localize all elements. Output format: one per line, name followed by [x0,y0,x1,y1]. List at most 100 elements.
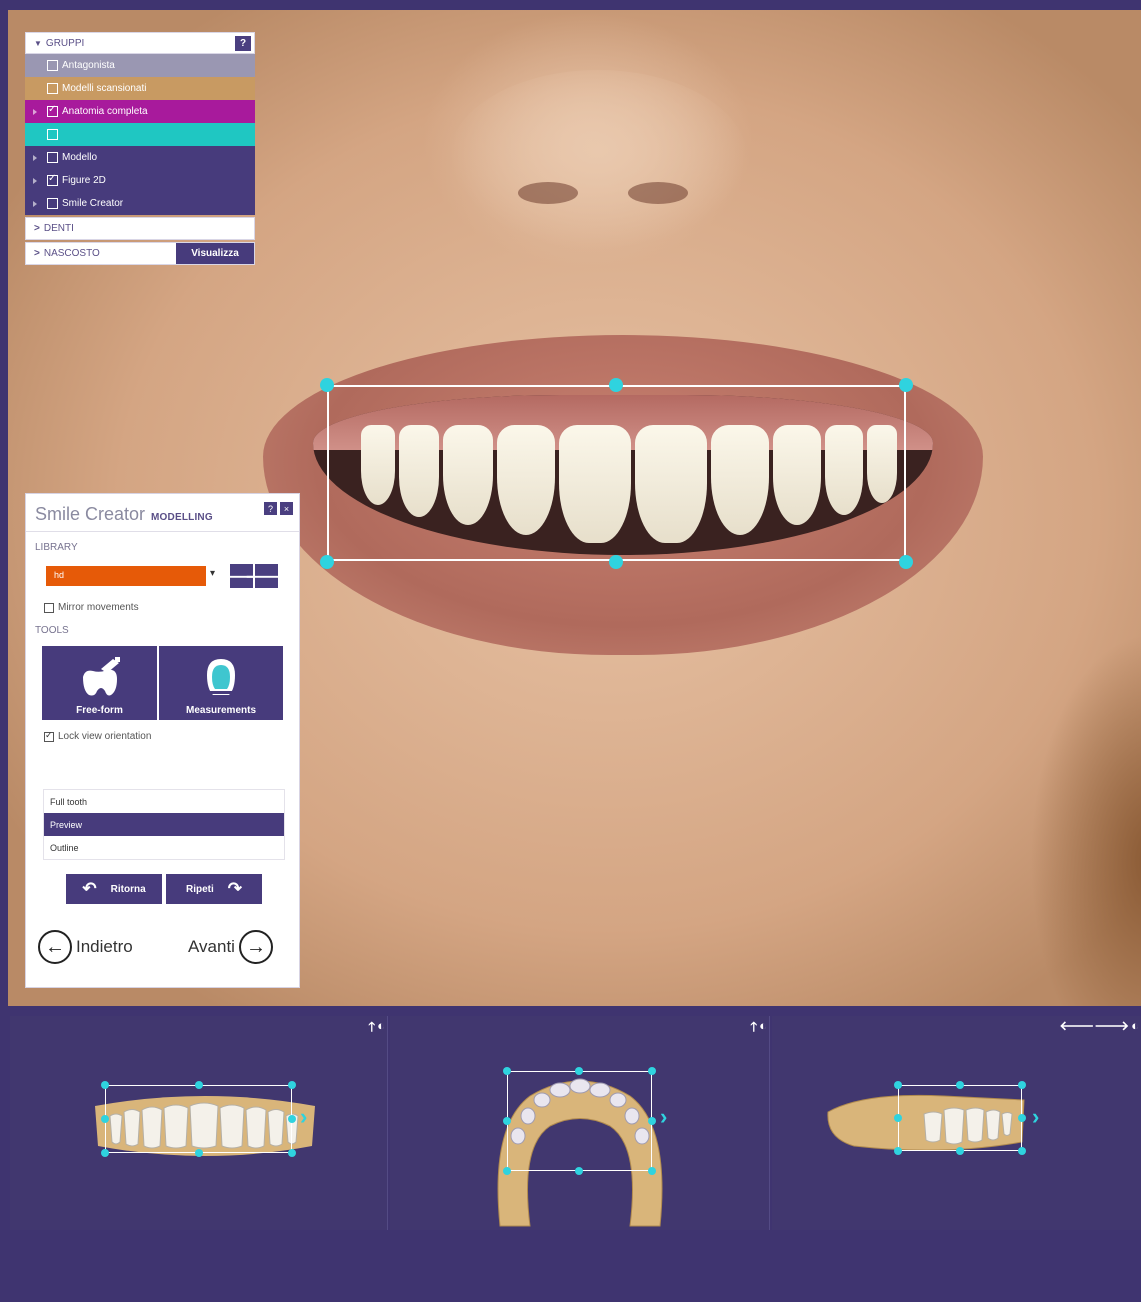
group-item-anatomia-completa[interactable]: Anatomia completa [25,100,255,123]
visualizza-button[interactable]: Visualizza [176,243,254,264]
nascosto-label: NASCOSTO [43,248,100,259]
undo-label: Ritorna [110,883,146,895]
checkbox-anatomia-completa[interactable] [47,104,58,117]
view-mode-outline[interactable]: Outline [44,836,284,859]
panel-help-button[interactable]: ? [264,502,277,515]
nostril-right [628,182,688,204]
selection-handle-bottom-right[interactable] [899,555,913,569]
measurements-tooth-icon [207,659,235,695]
viewport-occlusal[interactable]: 🡑 ◐ › [390,1016,770,1230]
measurements-label: Measurements [185,705,257,716]
dropdown-arrow-icon[interactable]: ▾ [210,568,215,579]
arrow-up-icon[interactable]: 🡑 [750,1018,757,1040]
redo-button[interactable]: Ripeti ↷ [166,874,262,904]
checkbox-cyan-group[interactable] [47,129,58,140]
arrow-up-icon[interactable]: 🡑 [368,1018,375,1040]
view-controls[interactable]: 🡐🡒 ◐ [1059,1018,1139,1034]
redo-icon: ↷ [227,879,243,898]
groups-panel: ▼ GRUPPI ? Antagonista Modelli scansiona… [25,32,255,265]
smile-selection-box[interactable] [327,385,906,561]
next-button[interactable]: Avanti → [188,930,273,964]
group-item-antagonista[interactable]: Antagonista [25,54,255,77]
group-item-label: Figure 2D [62,175,106,186]
panel-close-button[interactable]: × [280,502,293,515]
expand-arrow-icon[interactable] [33,200,37,207]
selection-handle-top-center[interactable] [609,378,623,392]
arrow-right-icon[interactable]: 🡒 [245,564,288,588]
view-controls[interactable]: 🡑 ◐ [750,1018,767,1040]
group-item-cyan[interactable] [25,123,255,146]
mirror-movements-row[interactable]: Mirror movements [44,602,139,613]
chevron-right-icon[interactable]: › [300,1104,307,1130]
group-item-modello[interactable]: Modello [25,146,255,169]
nose-area [448,70,748,250]
view-mode-full-tooth[interactable]: Full tooth [44,790,284,813]
group-item-label: Modello [62,152,98,163]
smile-creator-panel: Smile Creator MODELLING ? × LIBRARY hd ▾ … [25,493,300,988]
lock-view-label: Lock view orientation [58,731,152,742]
chevron-down-icon: ▼ [34,38,42,48]
selection-handle-bottom-left[interactable] [320,555,334,569]
chevron-right-icon[interactable]: › [1032,1104,1039,1130]
free-form-label: Free-form [76,705,123,716]
group-item-label: Smile Creator [62,198,124,209]
group-item-smile-creator[interactable]: Smile Creator [25,192,255,215]
group-item-label: Antagonista [62,60,115,71]
groups-header[interactable]: ▼ GRUPPI ? [25,32,255,54]
checkbox-figure-2d[interactable] [47,173,58,186]
mirror-movements-label: Mirror movements [58,602,139,613]
checkbox-modello[interactable] [47,152,58,163]
undo-icon: ↶ [82,879,97,898]
shading-toggle-icon[interactable]: ◐ [377,1018,385,1040]
expand-arrow-icon[interactable] [33,108,37,115]
arrow-left-circle-icon: ← [38,930,72,964]
expand-arrow-icon[interactable] [33,177,37,184]
chevron-right-icon[interactable]: › [660,1104,667,1130]
lock-view-row[interactable]: Lock view orientation [44,730,152,742]
tools-label: TOOLS [35,625,69,636]
back-label: Indietro [76,937,133,956]
groups-header-label: GRUPPI [45,37,85,49]
groups-help-button[interactable]: ? [235,36,251,51]
chevron-right-icon: > [34,248,40,259]
free-form-tooth-icon [82,657,120,696]
expand-arrow-icon[interactable] [33,154,37,161]
checkbox-modelli-scansionati[interactable] [47,83,58,94]
selection-handle-top-right[interactable] [899,378,913,392]
denti-section[interactable]: > DENTI [25,217,255,240]
group-item-modelli-scansionati[interactable]: Modelli scansionati [25,77,255,100]
denti-label: DENTI [43,223,74,234]
selection-handle-top-left[interactable] [320,378,334,392]
group-item-label: Modelli scansionati [62,83,147,94]
shading-toggle-icon[interactable]: ◐ [1131,1018,1139,1034]
arrow-right-circle-icon: → [238,930,273,964]
panel-title: Smile Creator MODELLING [35,504,213,524]
checkbox-smile-creator[interactable] [47,198,58,209]
group-item-figure-2d[interactable]: Figure 2D [25,169,255,192]
hair [941,610,1141,1006]
next-label: Avanti [188,937,235,956]
redo-label: Ripeti [185,883,214,895]
viewport-side[interactable]: 🡐🡒 ◐ › [772,1016,1141,1230]
panel-subtitle: MODELLING [151,512,213,523]
nascosto-section[interactable]: > NASCOSTO Visualizza [25,242,255,265]
free-form-tool-button[interactable]: Free-form [42,646,157,720]
shading-toggle-icon[interactable]: ◐ [759,1018,767,1040]
measurements-tool-button[interactable]: Measurements [159,646,283,720]
undo-button[interactable]: ↶ Ritorna [66,874,162,904]
view-mode-preview[interactable]: Preview [44,813,284,836]
selection-handle-bottom-center[interactable] [609,555,623,569]
view-controls[interactable]: 🡑 ◐ [368,1018,385,1040]
chevron-right-icon: > [34,223,40,234]
view-mode-list: Full tooth Preview Outline [43,789,285,860]
bottom-viewports: 🡑 ◐ › 🡑 ◐ › 🡐🡒 ◐ › [0,1006,1141,1302]
arrow-left-right-icon[interactable]: 🡐🡒 [1059,1018,1129,1034]
back-button[interactable]: ← Indietro [38,930,133,964]
group-item-label: Anatomia completa [62,106,148,117]
lock-view-checkbox[interactable] [44,730,54,742]
mirror-movements-checkbox[interactable] [44,602,54,613]
library-select[interactable]: hd [46,566,206,586]
library-label: LIBRARY [35,542,78,553]
viewport-front[interactable]: 🡑 ◐ › [10,1016,388,1230]
checkbox-antagonista[interactable] [47,60,58,71]
